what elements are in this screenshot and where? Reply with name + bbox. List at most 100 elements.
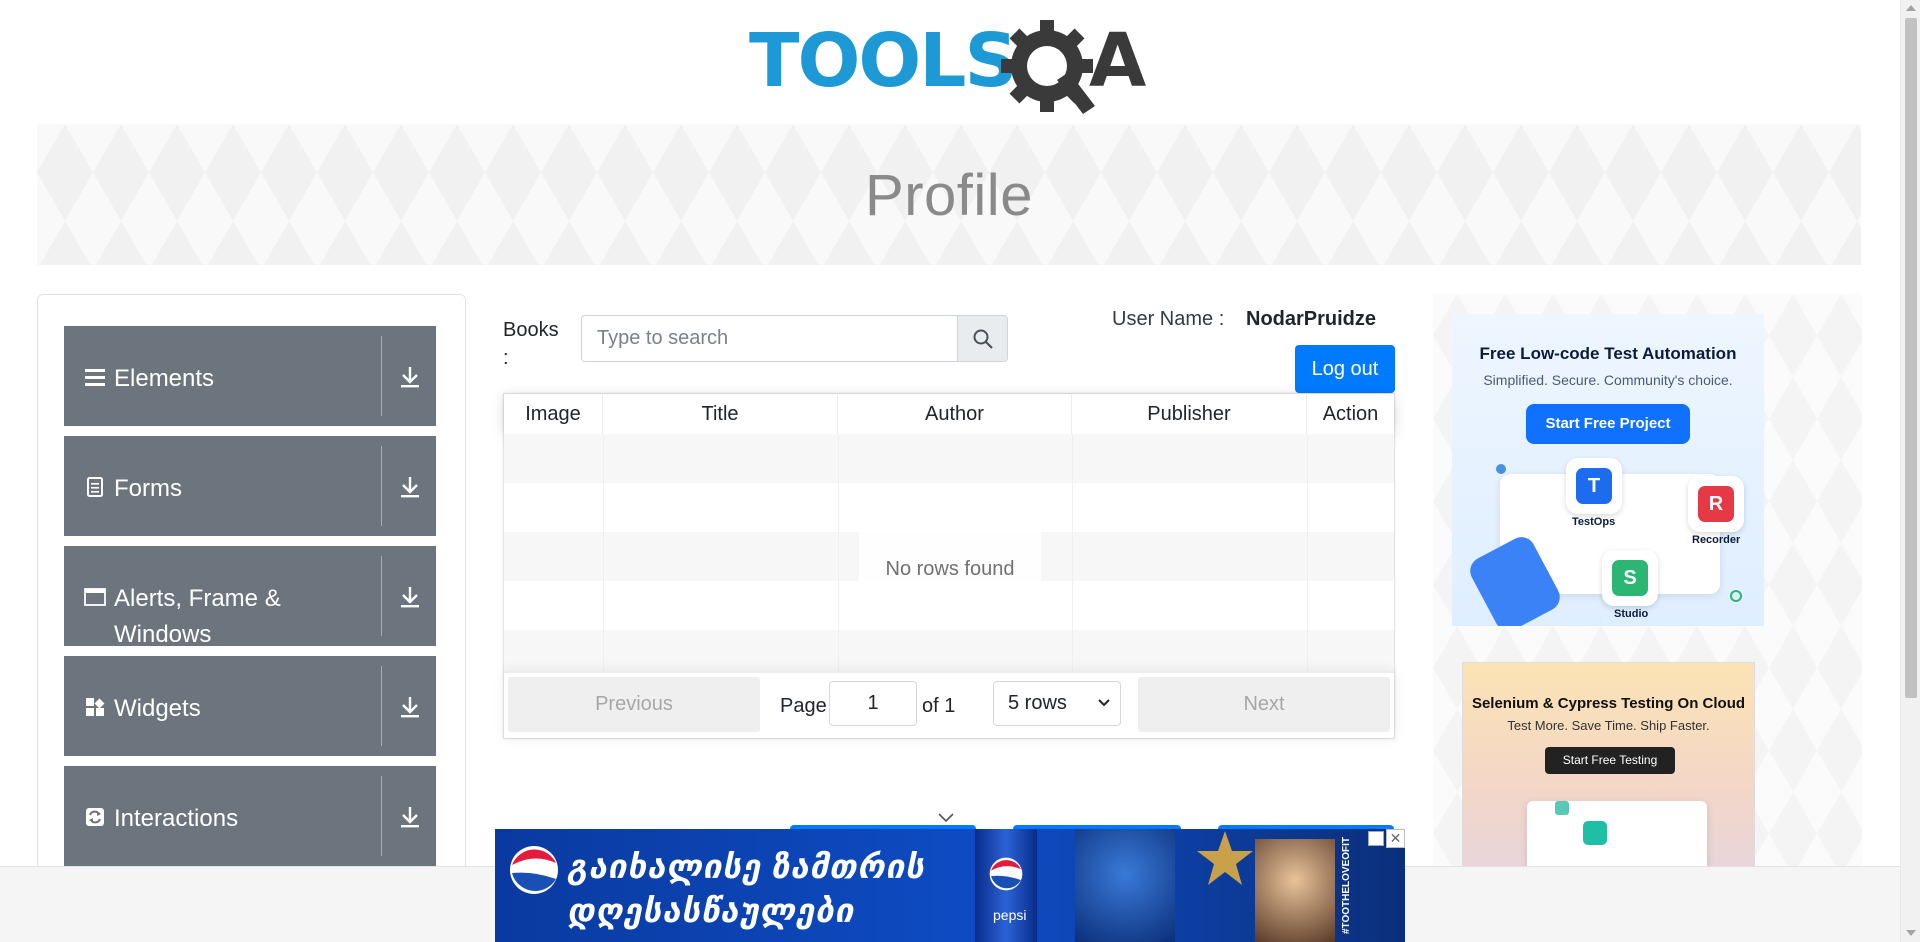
page-title: Profile bbox=[865, 163, 1033, 228]
sidebar-group-label: Alerts, Frame & Windows bbox=[114, 585, 281, 648]
close-ad-button[interactable]: ✕ bbox=[1386, 829, 1405, 848]
download-arrow-icon[interactable] bbox=[398, 804, 422, 830]
chevron-down-icon[interactable] bbox=[937, 812, 955, 824]
pagination-bar: Previous Page 1 of 1 5 rows Next bbox=[504, 671, 1394, 738]
divider bbox=[381, 336, 382, 416]
svg-text:A: A bbox=[1089, 18, 1146, 104]
sidebar-group-label: Widgets bbox=[114, 695, 201, 722]
column-header-publisher[interactable]: Publisher bbox=[1072, 394, 1307, 434]
table-header: Image Title Author Publisher Action bbox=[504, 394, 1394, 434]
scrollbar-thumb[interactable] bbox=[1905, 18, 1917, 698]
toolsqa-logo-graphic: TOOLS A bbox=[749, 18, 1146, 114]
page-banner: Profile bbox=[37, 124, 1861, 265]
svg-text:TOOLS: TOOLS bbox=[749, 18, 1016, 104]
column-header-title[interactable]: Title bbox=[603, 394, 838, 434]
column-header-author[interactable]: Author bbox=[838, 394, 1072, 434]
page-number-input[interactable]: 1 bbox=[829, 681, 917, 726]
sidebar-group-alerts-frame-windows[interactable]: Alerts, Frame & Windows bbox=[64, 546, 436, 648]
star-ornament-icon bbox=[1197, 831, 1253, 885]
search-input[interactable] bbox=[582, 316, 957, 361]
recorder-tile: R bbox=[1688, 476, 1744, 532]
ad-subline: Simplified. Secure. Community's choice. bbox=[1483, 372, 1733, 388]
column-header-action[interactable]: Action bbox=[1307, 394, 1394, 434]
pepsi-logo-icon bbox=[989, 857, 1023, 891]
testops-logo-icon: T bbox=[1576, 468, 1612, 504]
hamburger-icon bbox=[85, 369, 105, 386]
no-rows-message: No rows found bbox=[859, 529, 1041, 595]
scroll-up-arrow-icon[interactable] bbox=[1906, 5, 1916, 11]
rows-per-page-value: 5 rows bbox=[1008, 692, 1067, 714]
window-icon bbox=[84, 588, 106, 606]
recorder-logo-icon: R bbox=[1698, 486, 1734, 522]
ad-subline: Test More. Save Time. Ship Faster. bbox=[1507, 718, 1710, 733]
decoration-ring bbox=[1730, 590, 1742, 602]
ad-text-line-1: გაიხალისე ზამთრის bbox=[567, 848, 925, 885]
pepsi-logo-icon bbox=[510, 846, 558, 894]
chevron-down-icon bbox=[1098, 699, 1110, 707]
sidebar-group-interactions[interactable]: Interactions bbox=[64, 766, 436, 866]
download-arrow-icon[interactable] bbox=[398, 584, 422, 610]
previous-button[interactable]: Previous bbox=[508, 677, 760, 732]
download-arrow-icon[interactable] bbox=[398, 474, 422, 500]
column-divider bbox=[838, 434, 839, 671]
logout-button[interactable]: Log out bbox=[1295, 345, 1395, 393]
vertical-scrollbar[interactable] bbox=[1900, 0, 1920, 942]
katalon-ad[interactable]: Free Low-code Test Automation Simplified… bbox=[1452, 314, 1764, 626]
divider bbox=[381, 666, 382, 746]
person-illustration bbox=[1075, 829, 1175, 942]
ad-info-icon[interactable] bbox=[1368, 831, 1384, 846]
ad-headline: Free Low-code Test Automation bbox=[1479, 344, 1737, 363]
pepsi-brand-label: pepsi bbox=[993, 907, 1027, 923]
scroll-down-arrow-icon[interactable] bbox=[1906, 930, 1916, 936]
pepsi-banner-ad[interactable]: გაიხალისე ზამთრის დღესასწაულები pepsi #T… bbox=[495, 829, 1405, 942]
divider bbox=[381, 556, 382, 636]
sidebar-group-label: Elements bbox=[114, 365, 215, 392]
sidebar-group-label: Forms bbox=[114, 475, 182, 502]
column-divider bbox=[1307, 434, 1308, 671]
books-label: Books : bbox=[503, 319, 559, 369]
ad-vertical-hashtag: #TOOTHELOVEOFIT bbox=[1341, 836, 1352, 935]
sidebar-group-forms[interactable]: Forms bbox=[64, 436, 436, 536]
column-header-image[interactable]: Image bbox=[504, 394, 603, 434]
table-row bbox=[504, 630, 1394, 671]
studio-logo-icon: S bbox=[1612, 560, 1648, 596]
search-icon bbox=[973, 329, 993, 349]
sidebar-group-elements[interactable]: Elements bbox=[64, 326, 436, 426]
decoration-square bbox=[1555, 801, 1569, 815]
divider bbox=[381, 776, 382, 856]
sidebar-group-widgets[interactable]: Widgets bbox=[64, 656, 436, 756]
ad-headline: Selenium & Cypress Testing On Cloud bbox=[1471, 695, 1746, 712]
books-table: Image Title Author Publisher Action No r… bbox=[503, 393, 1395, 739]
document-icon bbox=[87, 477, 103, 497]
start-free-project-button[interactable]: Start Free Project bbox=[1526, 404, 1690, 444]
column-divider bbox=[603, 434, 604, 671]
page-label: Page bbox=[780, 695, 827, 717]
page-total-label: of 1 bbox=[922, 695, 956, 717]
download-arrow-icon[interactable] bbox=[398, 364, 422, 390]
rows-per-page-select[interactable]: 5 rows bbox=[993, 681, 1121, 726]
table-row bbox=[504, 483, 1394, 532]
search-button[interactable] bbox=[957, 316, 1007, 361]
person-illustration bbox=[1255, 839, 1335, 942]
ad-text-line-2: დღესასწაულები bbox=[567, 892, 855, 929]
ad-caption: Studio bbox=[1614, 608, 1649, 620]
divider bbox=[381, 446, 382, 526]
sidebar-group-label: Interactions bbox=[114, 805, 239, 832]
toolsqa-logo[interactable]: TOOLS A bbox=[749, 18, 1155, 114]
user-name-label: User Name : bbox=[1112, 308, 1225, 330]
widgets-icon bbox=[86, 698, 105, 716]
decoration-dot bbox=[1496, 464, 1506, 474]
ad-caption: Recorder bbox=[1692, 534, 1741, 546]
next-button[interactable]: Next bbox=[1138, 677, 1390, 732]
testops-tile: T bbox=[1566, 458, 1622, 514]
start-free-testing-button[interactable]: Start Free Testing bbox=[1545, 747, 1675, 774]
download-arrow-icon[interactable] bbox=[398, 694, 422, 720]
studio-tile: S bbox=[1602, 550, 1658, 606]
column-divider bbox=[1072, 434, 1073, 671]
table-row bbox=[504, 434, 1394, 483]
lambdatest-logo-icon bbox=[1583, 821, 1607, 845]
ad-caption: TestOps bbox=[1572, 516, 1616, 528]
refresh-icon bbox=[86, 808, 104, 826]
user-name-value: NodarPruidze bbox=[1246, 308, 1377, 330]
search-box bbox=[581, 315, 1008, 362]
